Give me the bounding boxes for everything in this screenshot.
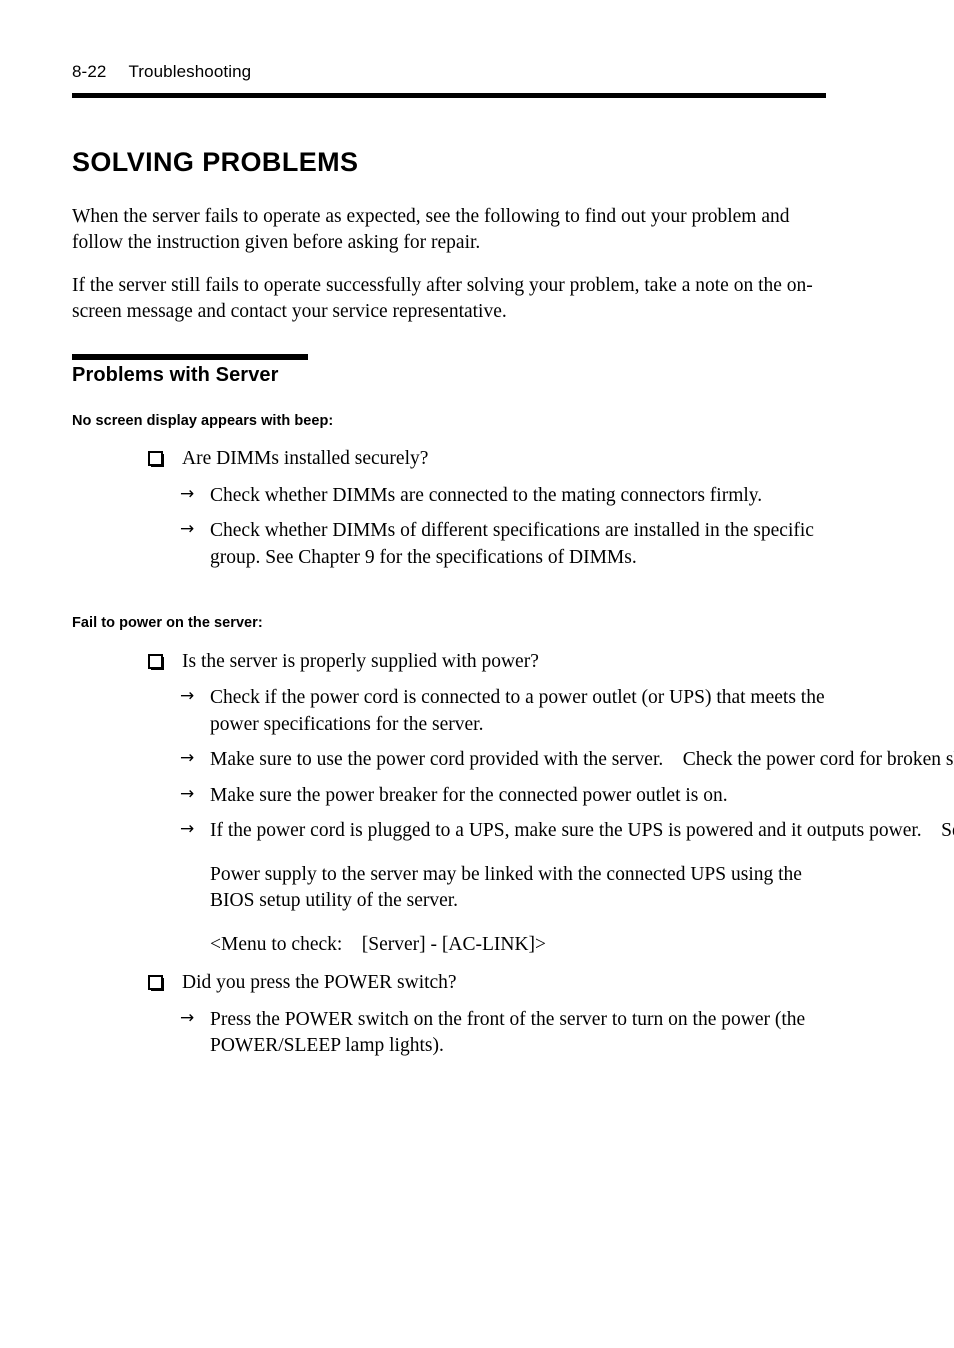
running-header: 8-22 Troubleshooting [72, 62, 251, 82]
section-rule [72, 353, 308, 360]
checklist-note: Power supply to the server may be linked… [210, 863, 802, 912]
checklist-answer: → Check if the power cord is connected t… [72, 685, 832, 738]
question-text: Are DIMMs installed securely? [182, 448, 429, 470]
checklist-answer: → Press the POWER switch on the front of… [72, 1007, 832, 1060]
intro-paragraph-2: If the server still fails to operate suc… [72, 274, 813, 323]
section-problems-with-server: Problems with Server No screen display a… [72, 353, 954, 1060]
arrow-right-icon: → [180, 783, 195, 804]
chapter-name: Troubleshooting [128, 62, 252, 81]
question-text: Did you press the POWER switch? [182, 972, 457, 994]
page-number: 8-22 [72, 62, 107, 81]
arrow-right-icon: → [180, 483, 195, 504]
checklist-menu-reference: <Menu to check: [Server] - [AC-LINK]> [210, 933, 547, 955]
header-divider [72, 93, 826, 98]
answer-text: Check whether DIMMs of different specifi… [210, 520, 814, 568]
section-title: Problems with Server [72, 363, 279, 386]
checklist-answer: → Make sure the power breaker for the co… [72, 783, 832, 810]
subsection-heading-fail-to-power-on: Fail to power on the server: [72, 615, 263, 632]
arrow-right-icon: → [180, 519, 195, 540]
page-content: SOLVING PROBLEMS When the server fails t… [72, 147, 954, 1069]
answer-text: Check if the power cord is connected to … [210, 687, 825, 735]
arrow-right-icon: → [180, 1007, 195, 1028]
checklist-question: Did you press the POWER switch? [72, 970, 832, 997]
intro-paragraph-1: When the server fails to operate as expe… [72, 205, 790, 254]
answer-text: Press the POWER switch on the front of t… [210, 1008, 806, 1057]
checklist-question: Is the server is properly supplied with … [72, 649, 832, 676]
checkbox-square-icon [148, 975, 164, 992]
page-title: SOLVING PROBLEMS [72, 147, 359, 177]
question-text: Is the server is properly supplied with … [182, 650, 539, 672]
answer-text: Make sure to use the power cord provided… [210, 749, 954, 771]
checkbox-square-icon [148, 653, 164, 670]
document-page: 8-22 Troubleshooting SOLVING PROBLEMS Whe… [0, 0, 954, 1348]
answer-text: Make sure the power breaker for the conn… [210, 784, 728, 806]
answer-text: Check whether DIMMs are connected to the… [210, 484, 763, 506]
arrow-right-icon: → [180, 748, 195, 769]
checklist-question: Are DIMMs installed securely? [72, 446, 832, 473]
arrow-right-icon: → [180, 686, 195, 707]
answer-text: If the power cord is plugged to a UPS, m… [210, 820, 954, 842]
checklist-answer: → Check whether DIMMs are connected to t… [72, 483, 832, 510]
checklist-answer: → If the power cord is plugged to a UPS,… [72, 818, 954, 845]
checklist-answer: → Make sure to use the power cord provid… [72, 747, 954, 774]
checkbox-square-icon [148, 451, 164, 468]
checklist-answer: → Check whether DIMMs of different speci… [72, 518, 832, 571]
arrow-right-icon: → [180, 819, 195, 840]
subsection-heading-no-screen-display: No screen display appears with beep: [72, 412, 334, 429]
